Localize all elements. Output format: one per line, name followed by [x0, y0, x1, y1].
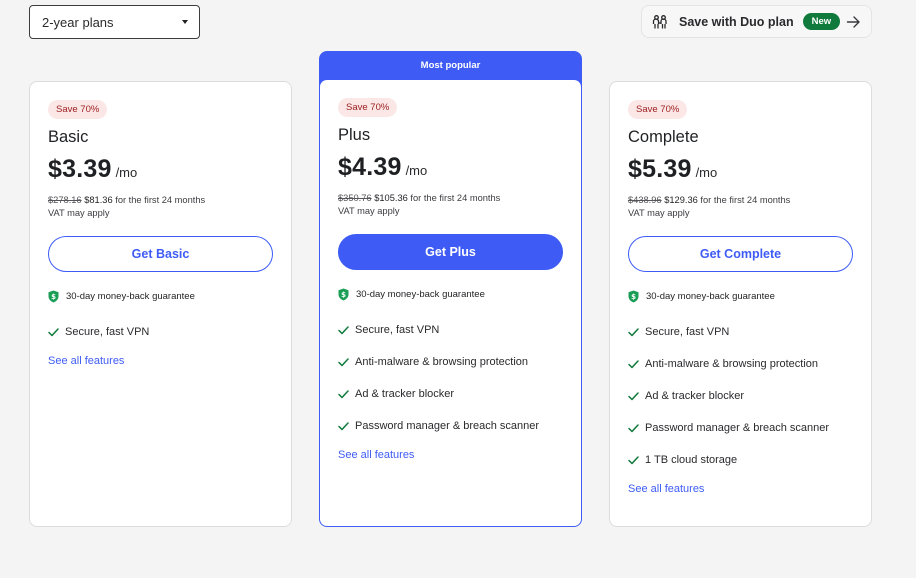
vat-note: VAT may apply	[628, 208, 690, 218]
save-badge: Save 70%	[48, 100, 108, 119]
feature-label: Ad & tracker blocker	[355, 388, 455, 400]
price-unit: /mo	[695, 165, 718, 180]
plan-card-complete: Save 70% Complete $5.39 /mo $438.96 $129…	[609, 81, 872, 527]
billing-summary: $350.76 $105.36 for the first 24 months	[338, 192, 563, 205]
check-icon	[338, 389, 349, 399]
feature-item: Ad & tracker blocker	[338, 378, 563, 410]
guarantee-label: 30-day money-back guarantee	[646, 291, 775, 302]
new-badge: New	[802, 13, 841, 30]
feature-item: 1 TB cloud storage	[628, 444, 853, 476]
vat-note: VAT may apply	[48, 208, 110, 218]
plan-name: Basic	[48, 128, 89, 146]
duo-plan-label: Save with Duo plan	[679, 14, 794, 29]
feature-item: Secure, fast VPN	[628, 316, 853, 348]
svg-text:$: $	[51, 293, 56, 301]
feature-item: Anti-malware & browsing protection	[338, 346, 563, 378]
billing-period: for the first 24 months	[115, 195, 206, 205]
feature-label: Anti-malware & browsing protection	[355, 356, 529, 368]
discounted-price: $105.36	[374, 193, 408, 203]
plan-period-value: 2-year plans	[42, 14, 114, 30]
get-plus-button[interactable]: Get Plus	[338, 234, 563, 270]
feature-label: Secure, fast VPN	[645, 326, 730, 338]
get-complete-button[interactable]: Get Complete	[628, 236, 853, 272]
check-icon	[628, 359, 639, 369]
check-icon	[338, 325, 349, 335]
money-back-guarantee: $ 30-day money-back guarantee	[48, 290, 273, 303]
vat-note: VAT may apply	[338, 206, 400, 216]
check-icon	[48, 327, 59, 337]
see-all-features-link[interactable]: See all features	[338, 449, 563, 461]
feature-list: Secure, fast VPN	[48, 316, 273, 348]
plan-card-basic: Save 70% Basic $3.39 /mo $278.16 $81.36 …	[29, 81, 292, 527]
money-back-guarantee: $ 30-day money-back guarantee	[628, 290, 853, 303]
shield-dollar-icon: $	[338, 288, 349, 301]
monthly-price: $3.39	[48, 155, 112, 183]
money-back-guarantee: $ 30-day money-back guarantee	[338, 288, 563, 301]
feature-label: Secure, fast VPN	[65, 326, 150, 338]
check-icon	[628, 391, 639, 401]
monthly-price: $4.39	[338, 153, 402, 181]
feature-item: Secure, fast VPN	[48, 316, 273, 348]
feature-list: Secure, fast VPN Anti-malware & browsing…	[338, 314, 563, 442]
feature-item: Ad & tracker blocker	[628, 380, 853, 412]
billing-summary: $278.16 $81.36 for the first 24 months	[48, 194, 273, 207]
feature-item: Secure, fast VPN	[338, 314, 563, 346]
original-price: $350.76	[338, 193, 372, 203]
check-icon	[338, 357, 349, 367]
most-popular-label: Most popular	[420, 60, 481, 71]
billing-summary: $438.96 $129.36 for the first 24 months	[628, 194, 853, 207]
shield-dollar-icon: $	[628, 290, 639, 303]
plan-card-plus-highlight: Most popular Save 70% Plus $4.39 /mo $35…	[319, 51, 582, 527]
billing-period: for the first 24 months	[410, 193, 501, 203]
svg-text:$: $	[341, 291, 346, 299]
check-icon	[628, 455, 639, 465]
feature-item: Password manager & breach scanner	[628, 412, 853, 444]
svg-text:$: $	[631, 293, 636, 301]
caret-down-icon	[182, 20, 188, 24]
feature-list: Secure, fast VPN Anti-malware & browsing…	[628, 316, 853, 476]
feature-label: Secure, fast VPN	[355, 324, 440, 336]
save-badge: Save 70%	[628, 100, 688, 119]
arrow-right-icon	[846, 15, 861, 29]
billing-period: for the first 24 months	[700, 195, 791, 205]
check-icon	[628, 327, 639, 337]
price-unit: /mo	[115, 165, 138, 180]
see-all-features-link[interactable]: See all features	[48, 355, 273, 367]
feature-label: Password manager & breach scanner	[355, 420, 540, 432]
plan-period-select[interactable]: 2-year plans	[29, 5, 200, 39]
save-badge: Save 70%	[338, 98, 398, 117]
check-icon	[338, 421, 349, 431]
feature-label: 1 TB cloud storage	[645, 454, 738, 466]
get-basic-button[interactable]: Get Basic	[48, 236, 273, 272]
feature-item: Anti-malware & browsing protection	[628, 348, 853, 380]
shield-dollar-icon: $	[48, 290, 59, 303]
price-row: $4.39 /mo	[338, 153, 563, 182]
discounted-price: $81.36	[84, 195, 113, 205]
feature-label: Password manager & breach scanner	[645, 422, 830, 434]
see-all-features-link[interactable]: See all features	[628, 483, 853, 495]
guarantee-label: 30-day money-back guarantee	[356, 289, 485, 300]
original-price: $438.96	[628, 195, 662, 205]
guarantee-label: 30-day money-back guarantee	[66, 291, 195, 302]
plan-name: Complete	[628, 128, 699, 146]
feature-label: Ad & tracker blocker	[645, 390, 745, 402]
feature-label: Anti-malware & browsing protection	[645, 358, 819, 370]
people-icon	[652, 14, 668, 30]
price-row: $5.39 /mo	[628, 155, 853, 184]
price-unit: /mo	[405, 163, 428, 178]
discounted-price: $129.36	[664, 195, 698, 205]
duo-plan-link[interactable]: Save with Duo plan New	[641, 5, 872, 38]
monthly-price: $5.39	[628, 155, 692, 183]
check-icon	[628, 423, 639, 433]
plan-name: Plus	[338, 126, 371, 144]
plan-card-plus: Save 70% Plus $4.39 /mo $350.76 $105.36 …	[320, 80, 581, 526]
feature-item: Password manager & breach scanner	[338, 410, 563, 442]
price-row: $3.39 /mo	[48, 155, 273, 184]
original-price: $278.16	[48, 195, 82, 205]
